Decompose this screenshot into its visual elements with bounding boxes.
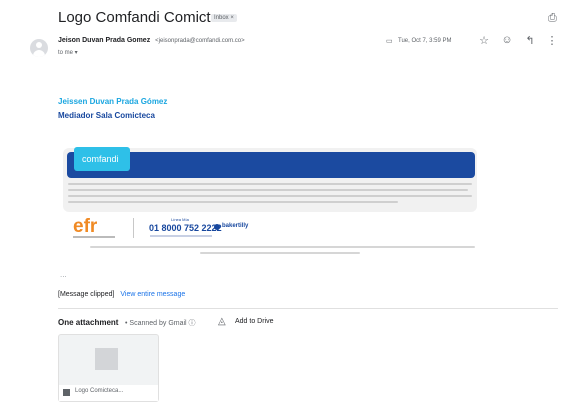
comfandi-logo-text: comfandi [82, 154, 119, 164]
star-icon[interactable]: ☆ [477, 34, 491, 47]
attachments-header: One attachment [58, 318, 119, 327]
image-placeholder-icon [95, 348, 118, 370]
phone-subtext [150, 235, 212, 237]
scanned-by-gmail[interactable]: • Scanned by Gmail ⓘ [125, 318, 196, 328]
attachments-divider [58, 308, 558, 309]
signature-role: Mediador Sala Comicteca [58, 111, 155, 120]
signature-name: Jeissen Duvan Prada Gómez [58, 97, 168, 106]
emoji-icon[interactable]: ☺ [500, 34, 514, 46]
recipient-details[interactable]: to me ▾ [58, 49, 78, 56]
inbox-label-chip[interactable]: Inbox × [211, 14, 237, 22]
efr-logo: efr [73, 216, 98, 237]
add-to-drive-button[interactable]: Add to Drive [235, 318, 274, 325]
responsibility-note [90, 246, 475, 248]
efr-tagline [73, 236, 115, 238]
print-icon[interactable]: ⎙ [548, 12, 560, 24]
message-clipped: [Message clipped] View entire message [58, 291, 185, 298]
clipped-label: [Message clipped] [58, 291, 115, 298]
attachment-file-name: Logo Comicteca... [75, 388, 124, 394]
trimmed-content-ellipsis[interactable]: ... [60, 270, 67, 279]
email-date: Tue, Oct 7, 3:59 PM [398, 38, 452, 44]
view-entire-message-link[interactable]: View entire message [120, 291, 185, 298]
reply-icon[interactable]: ↰ [523, 34, 537, 47]
bakertilly-logo: bakertilly [222, 223, 249, 229]
divider [133, 218, 134, 238]
avatar[interactable] [30, 39, 48, 57]
sender-line[interactable]: Jeison Duvan Prada Gomez <jeisonprada@co… [58, 37, 245, 44]
sender-name: Jeison Duvan Prada Gomez [58, 37, 151, 44]
legal-disclaimer [68, 181, 472, 209]
sender-email: <jeisonprada@comfandi.com.co> [155, 38, 245, 44]
drive-icon[interactable]: ◬ [218, 316, 226, 327]
more-vert-icon[interactable]: ⋮ [545, 34, 559, 47]
email-subject: Logo Comfandi Comicteca [58, 9, 235, 26]
image-file-icon [63, 389, 70, 396]
label-icon: ▭ [386, 38, 393, 45]
phone-number: 01 8000 752 2222 [149, 223, 222, 233]
line-label: Línea Mía [171, 217, 189, 222]
bakertilly-icon [214, 224, 220, 230]
responsibility-note-2 [200, 252, 360, 254]
